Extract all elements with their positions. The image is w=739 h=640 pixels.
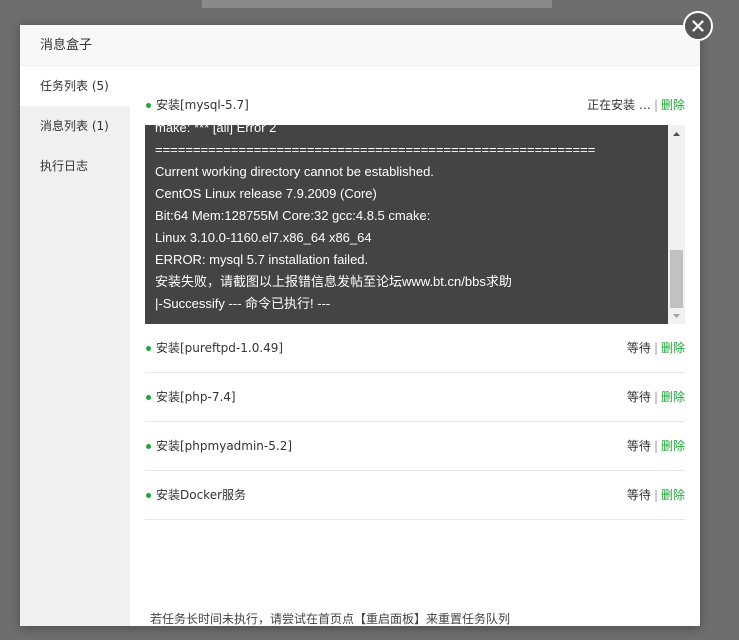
dialog-sidebar: 任务列表 (5) 消息列表 (1) 执行日志	[20, 66, 130, 626]
log-lines: make: *** [all] Error 2 ================…	[155, 125, 660, 315]
task-list-panel: 安装[mysql-5.7] 正在安装 … | 删除 make: *** [all] …	[145, 66, 685, 626]
task-actions: 等待 | 删除	[627, 373, 685, 422]
sidebar-item-message-list[interactable]: 消息列表 (1)	[20, 106, 130, 146]
delete-button[interactable]: 删除	[661, 98, 685, 112]
task-status: 等待	[626, 439, 651, 453]
log-line: |-Successify --- 命令已执行! ---	[155, 296, 331, 311]
separator: |	[653, 488, 658, 502]
task-actions: 等待 | 删除	[627, 471, 685, 520]
list-item: 安装[pureftpd-1.0.49] 等待 | 删除	[145, 324, 685, 373]
status-dot-icon	[146, 102, 151, 108]
list-item: 安装Docker服务 等待 | 删除	[145, 471, 685, 520]
task-name: 安装Docker服务	[156, 488, 247, 502]
separator: |	[653, 390, 658, 404]
log-line: make: *** [all] Error 2	[155, 125, 277, 135]
task-status: 等待	[626, 390, 651, 404]
delete-button[interactable]: 删除	[661, 488, 685, 502]
sidebar-item-execution-log[interactable]: 执行日志	[20, 146, 130, 186]
background-page-strip	[202, 0, 552, 8]
message-box-dialog: 消息盒子 任务列表 (5) 消息列表 (1) 执行日志 安装[mysql-5.7…	[20, 25, 700, 626]
status-dot-icon	[146, 345, 151, 351]
task-status: 正在安装 …	[587, 98, 651, 112]
task-name: 安装[php-7.4]	[156, 390, 236, 404]
list-item: 安装[phpmyadmin-5.2] 等待 | 删除	[145, 422, 685, 471]
dialog-title: 消息盒子	[20, 25, 700, 66]
separator: |	[653, 98, 658, 112]
task-name: 安装[phpmyadmin-5.2]	[156, 439, 293, 453]
log-line: Current working directory cannot be esta…	[155, 164, 434, 179]
list-item: 安装[php-7.4] 等待 | 删除	[145, 373, 685, 422]
task-status: 等待	[626, 341, 651, 355]
log-line: CentOS Linux release 7.9.2009 (Core)	[155, 186, 377, 201]
log-line: ========================================…	[155, 142, 596, 157]
delete-button[interactable]: 删除	[661, 341, 685, 355]
arrow-down-icon[interactable]	[668, 307, 685, 324]
close-icon[interactable]	[683, 11, 713, 41]
task-name: 安装[mysql-5.7]	[156, 98, 249, 112]
status-dot-icon	[146, 492, 151, 498]
task-actions: 正在安装 … | 删除	[587, 90, 685, 120]
log-line: 安装失败，请截图以上报错信息发帖至论坛www.bt.cn/bbs求助	[155, 274, 512, 289]
task-actions: 等待 | 删除	[627, 422, 685, 471]
sidebar-item-task-list[interactable]: 任务列表 (5)	[20, 66, 130, 106]
task-name: 安装[pureftpd-1.0.49]	[156, 341, 284, 355]
log-scrollbar[interactable]	[668, 125, 685, 324]
scroll-thumb[interactable]	[670, 250, 683, 308]
delete-button[interactable]: 删除	[661, 439, 685, 453]
log-line: Bit:64 Mem:128755M Core:32 gcc:4.8.5 cma…	[155, 208, 431, 223]
install-log-console[interactable]: make: *** [all] Error 2 ================…	[145, 125, 685, 324]
task-queue-hint: 若任务长时间未执行，请尝试在首页点【重启面板】来重置任务队列	[150, 612, 511, 626]
status-dot-icon	[146, 394, 151, 400]
current-task-row: 安装[mysql-5.7] 正在安装 … | 删除	[145, 90, 685, 120]
status-dot-icon	[146, 443, 151, 449]
task-actions: 等待 | 删除	[627, 324, 685, 373]
separator: |	[653, 341, 658, 355]
log-line: ERROR: mysql 5.7 installation failed.	[155, 252, 369, 267]
delete-button[interactable]: 删除	[661, 390, 685, 404]
task-status: 等待	[626, 488, 651, 502]
arrow-up-icon[interactable]	[668, 125, 685, 142]
log-line: Linux 3.10.0-1160.el7.x86_64 x86_64	[155, 230, 372, 245]
separator: |	[653, 439, 658, 453]
